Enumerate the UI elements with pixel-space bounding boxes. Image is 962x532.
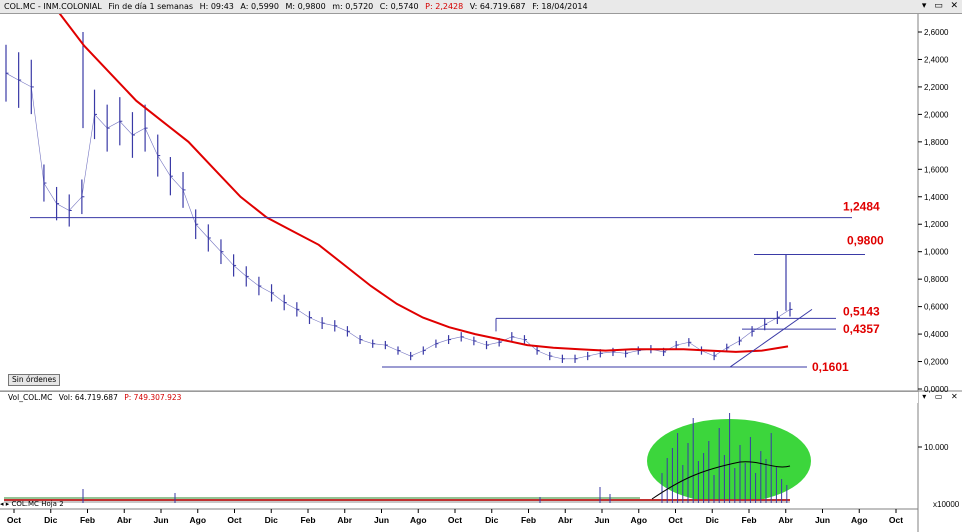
tab-nav-icon[interactable]: ◂ ▸: [0, 500, 9, 508]
date-value: F: 18/04/2014: [532, 2, 588, 11]
x-tick-label: Feb: [741, 515, 756, 525]
x-tick-label: Feb: [521, 515, 536, 525]
x-tick-label: Dic: [706, 515, 720, 525]
level-label-l3: 0,5143: [843, 304, 880, 318]
p-value: P: 2,2428: [425, 2, 464, 11]
y-tick-label: 2,2000: [924, 83, 949, 92]
time-value: H: 09:43: [199, 2, 234, 11]
x-tick-label: Ago: [851, 515, 868, 525]
x-tick-label: Oct: [7, 515, 21, 525]
restore-icon[interactable]: ▭: [934, 0, 943, 13]
x-tick-label: Abr: [558, 515, 573, 525]
y-tick-label: 2,6000: [924, 28, 949, 37]
volume-title: Vol_COL.MC: [8, 393, 53, 402]
x-tick-label: Dic: [485, 515, 499, 525]
volume-multiplier-label: x10000: [933, 500, 960, 509]
level-label-l5: 0,1601: [812, 360, 849, 374]
y-tick-label: 0,4000: [924, 330, 949, 339]
sheet-tabs: ◂ ▸ COL.MC Hoja 2: [0, 500, 110, 509]
price-plot-area: [0, 14, 918, 391]
symbol-label: COL.MC - INM.COLONIAL: [4, 2, 102, 11]
x-tick-label: Abr: [778, 515, 793, 525]
collapse-icon[interactable]: ▾: [922, 391, 926, 402]
y-tick-label: 1,4000: [924, 193, 949, 202]
y-tick-label: 2,0000: [924, 110, 949, 119]
x-tick-label: Oct: [448, 515, 462, 525]
x-tick-label: Ago: [630, 515, 647, 525]
close-icon[interactable]: ✕: [951, 391, 958, 402]
x-tick-label: Feb: [300, 515, 315, 525]
high-value: M: 0,9800: [285, 2, 326, 11]
y-tick-label: 1,2000: [924, 220, 949, 229]
x-tick-label: Oct: [227, 515, 241, 525]
x-tick-label: Oct: [889, 515, 903, 525]
x-tick-label: Ago: [410, 515, 427, 525]
volume-vol: Vol: 64.719.687: [58, 393, 118, 402]
volume-info-bar: Vol_COL.MC Vol: 64.719.687 P: 749.307.92…: [0, 391, 918, 403]
y-tick-label: 0,8000: [924, 275, 949, 284]
open-value: A: 0,5990: [240, 2, 279, 11]
orders-status-badge[interactable]: Sin órdenes: [8, 374, 61, 386]
x-tick-label: Oct: [668, 515, 682, 525]
x-tick-label: Dic: [265, 515, 279, 525]
volume-p: P: 749.307.923: [124, 393, 182, 402]
y-tick-label: 1,6000: [924, 165, 949, 174]
minimize-icon[interactable]: ▾: [922, 0, 927, 13]
x-tick-label: Jun: [815, 515, 830, 525]
x-tick-label: Abr: [337, 515, 352, 525]
close-value: C: 0,5740: [379, 2, 419, 11]
y-tick-label: 0,6000: [924, 303, 949, 312]
level-label-l1: 1,2484: [843, 200, 880, 214]
x-tick-label: Jun: [153, 515, 168, 525]
restore-icon[interactable]: ▭: [935, 391, 943, 402]
period-label: Fin de día 1 semanas: [108, 2, 194, 11]
volume-value: V: 64.719.687: [469, 2, 526, 11]
x-tick-label: Feb: [80, 515, 95, 525]
x-tick-label: Dic: [44, 515, 58, 525]
tab-hoja-2[interactable]: Hoja 2: [41, 500, 63, 508]
chart-window: 2,6000 2,4000 2,2000 2,0000 1,8000 1,6000 1,40…: [0, 0, 962, 532]
level-label-l4: 0,4357: [843, 322, 880, 336]
x-tick-label: Abr: [117, 515, 132, 525]
x-tick-label: Jun: [374, 515, 389, 525]
y-tick-label: 0,2000: [924, 358, 949, 367]
chart-info-bar: COL.MC - INM.COLONIAL Fin de día 1 seman…: [0, 0, 918, 14]
x-tick-label: Ago: [189, 515, 206, 525]
volume-tick-label: 10.000: [924, 443, 949, 452]
tab-col-mc[interactable]: COL.MC: [12, 500, 39, 508]
y-tick-label: 1,0000: [924, 248, 949, 257]
close-icon[interactable]: ✕: [951, 0, 959, 13]
volume-panel-controls: ▾ ▭ ✕: [918, 391, 962, 402]
level-label-l2: 0,9800: [847, 233, 884, 247]
window-controls: ▾ ▭ ✕: [918, 0, 962, 14]
price-volume-chart: 2,6000 2,4000 2,2000 2,0000 1,8000 1,6000 1,40…: [0, 10, 962, 532]
low-value: m: 0,5720: [332, 2, 374, 11]
x-tick-label: Jun: [594, 515, 609, 525]
y-tick-label: 2,4000: [924, 55, 949, 64]
y-tick-label: 1,8000: [924, 138, 949, 147]
